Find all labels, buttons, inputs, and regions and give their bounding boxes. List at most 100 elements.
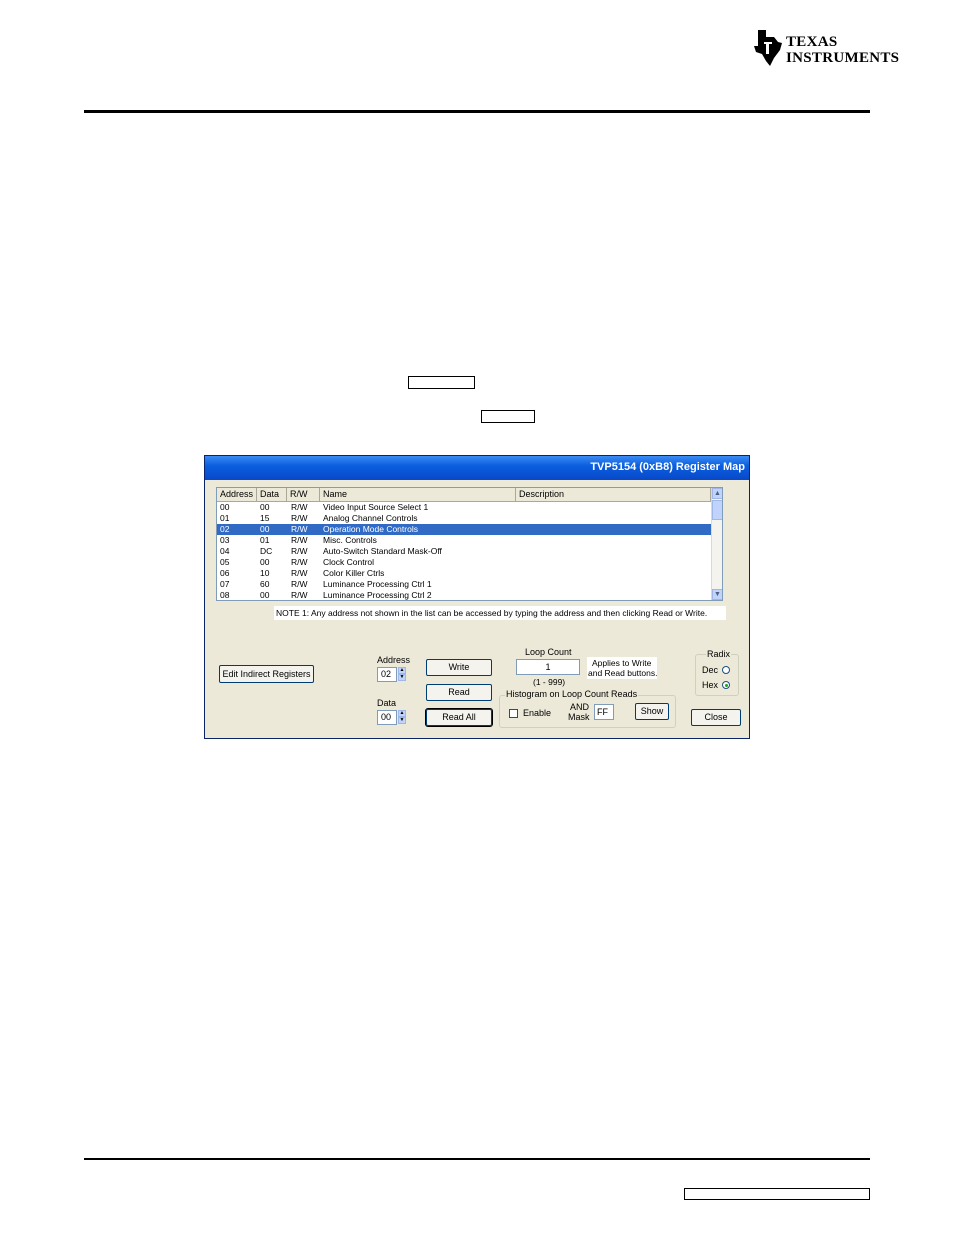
enable-checkbox[interactable]: [509, 709, 518, 718]
cell-rw: R/W: [291, 546, 308, 556]
footer-rule: [84, 1158, 870, 1160]
table-row[interactable]: 00 00 R/W Video Input Source Select 1: [217, 502, 711, 513]
address-field[interactable]: 02: [377, 667, 397, 682]
dialog-title: TVP5154 (0xB8) Register Map: [590, 461, 745, 473]
data-field[interactable]: 00: [377, 710, 397, 725]
scroll-up-icon[interactable]: ▲: [712, 488, 722, 499]
address-label: Address: [377, 655, 411, 665]
table-row[interactable]: 05 00 R/W Clock Control: [217, 557, 711, 568]
column-header-rw[interactable]: R/W: [287, 488, 320, 501]
logo-line-1: Texas: [786, 34, 838, 50]
dec-label: Dec: [702, 665, 719, 675]
applies-line-1: Applies to Write: [592, 658, 652, 668]
cell-data: 00: [260, 557, 270, 567]
enable-label: Enable: [523, 708, 552, 718]
dialog-titlebar[interactable]: TVP5154 (0xB8) Register Map: [205, 456, 749, 480]
cell-rw: R/W: [291, 513, 308, 523]
cell-rw: R/W: [291, 579, 308, 589]
hex-label: Hex: [702, 680, 719, 690]
cell-address: 06: [220, 568, 230, 578]
table-row[interactable]: 01 15 R/W Analog Channel Controls: [217, 513, 711, 524]
scroll-thumb[interactable]: [712, 500, 722, 520]
table-row[interactable]: 07 60 R/W Luminance Processing Ctrl 1: [217, 579, 711, 590]
dec-radio[interactable]: [722, 666, 730, 674]
spin-up-icon[interactable]: ▲: [398, 667, 406, 674]
cell-address: 08: [220, 590, 230, 600]
cell-rw: R/W: [291, 557, 308, 567]
applies-note: Applies to Write and Read buttons.: [587, 657, 657, 679]
cell-data: DC: [260, 546, 273, 556]
histogram-label: Histogram on Loop Count Reads: [505, 689, 639, 699]
texas-state-icon: [754, 30, 782, 66]
table-row[interactable]: 06 10 R/W Color Killer Ctrls: [217, 568, 711, 579]
scroll-down-icon[interactable]: ▼: [712, 589, 722, 600]
cell-name: Color Killer Ctrls: [323, 568, 385, 578]
cell-data: 15: [260, 513, 270, 523]
cell-rw: R/W: [291, 524, 308, 534]
text-box-a: [408, 376, 475, 389]
cell-address: 04: [220, 546, 230, 556]
logo-line-2: Instruments: [786, 50, 900, 66]
cell-rw: R/W: [291, 502, 308, 512]
mask-input[interactable]: FF: [594, 704, 614, 720]
edit-indirect-registers-button[interactable]: Edit Indirect Registers: [219, 665, 314, 683]
table-row[interactable]: 04 DC R/W Auto-Switch Standard Mask-Off: [217, 546, 711, 557]
cell-data: 01: [260, 535, 270, 545]
read-button[interactable]: Read: [426, 684, 492, 701]
register-map-dialog: TVP5154 (0xB8) Register Map Address Data…: [204, 455, 750, 739]
note-text: NOTE 1: Any address not shown in the lis…: [274, 606, 726, 620]
cell-name: Misc. Controls: [323, 535, 377, 545]
cell-name: Analog Channel Controls: [323, 513, 418, 523]
mask-label: Mask: [568, 712, 590, 722]
hex-radio[interactable]: [722, 681, 730, 689]
loop-count-label: Loop Count: [525, 647, 572, 657]
data-label: Data: [377, 698, 397, 708]
loop-count-input[interactable]: 1: [516, 659, 580, 675]
cell-name: Luminance Processing Ctrl 2: [323, 590, 432, 600]
spin-down-icon[interactable]: ▼: [398, 674, 406, 681]
list-header: Address Data R/W Name Description: [217, 488, 711, 502]
header-rule: [84, 110, 870, 113]
cell-data: 60: [260, 579, 270, 589]
spin-up-icon[interactable]: ▲: [398, 710, 406, 717]
cell-name: Video Input Source Select 1: [323, 502, 429, 512]
cell-address: 05: [220, 557, 230, 567]
cell-address: 02: [220, 524, 230, 534]
radix-label: Radix: [706, 649, 732, 659]
column-header-data[interactable]: Data: [257, 488, 287, 501]
cell-name: Clock Control: [323, 557, 375, 567]
table-row[interactable]: 02 00 R/W Operation Mode Controls: [217, 524, 711, 535]
ti-logo: Texas Instruments: [752, 28, 899, 70]
show-button[interactable]: Show: [635, 703, 669, 720]
table-row[interactable]: 08 00 R/W Luminance Processing Ctrl 2: [217, 590, 711, 600]
cell-data: 00: [260, 590, 270, 600]
applies-line-2: and Read buttons.: [588, 668, 658, 678]
cell-data: 10: [260, 568, 270, 578]
cell-address: 00: [220, 502, 230, 512]
register-list[interactable]: Address Data R/W Name Description 00 00 R/…: [216, 487, 723, 601]
column-header-name[interactable]: Name: [320, 488, 516, 501]
column-header-address[interactable]: Address: [217, 488, 257, 501]
footer-box: [684, 1188, 870, 1200]
cell-rw: R/W: [291, 568, 308, 578]
cell-name: Luminance Processing Ctrl 1: [323, 579, 432, 589]
close-button[interactable]: Close: [691, 709, 741, 726]
write-button[interactable]: Write: [426, 659, 492, 676]
address-spinner[interactable]: ▲ ▼: [398, 667, 406, 681]
read-all-button[interactable]: Read All: [425, 708, 493, 727]
cell-name: Operation Mode Controls: [323, 524, 418, 534]
cell-data: 00: [260, 502, 270, 512]
column-header-description[interactable]: Description: [516, 488, 711, 501]
cell-rw: R/W: [291, 590, 308, 600]
spin-down-icon[interactable]: ▼: [398, 717, 406, 724]
cell-rw: R/W: [291, 535, 308, 545]
loop-range-text: (1 - 999): [533, 677, 566, 687]
vertical-scrollbar[interactable]: ▲ ▼: [711, 488, 722, 600]
and-label: AND: [570, 702, 590, 712]
table-row[interactable]: 03 01 R/W Misc. Controls: [217, 535, 711, 546]
cell-name: Auto-Switch Standard Mask-Off: [323, 546, 442, 556]
cell-data: 00: [260, 524, 270, 534]
radix-group: Radix Dec Hex: [695, 649, 739, 696]
histogram-group: Histogram on Loop Count Reads Enable AND…: [499, 689, 676, 728]
data-spinner[interactable]: ▲ ▼: [398, 710, 406, 724]
